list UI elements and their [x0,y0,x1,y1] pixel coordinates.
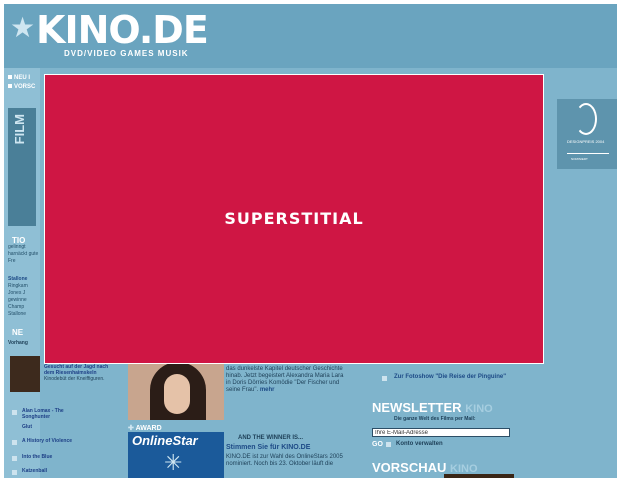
preview-heading: VORSCHAU KINO [372,460,478,475]
actress-article: das dunkelste Kapitel deutscher Geschich… [226,366,344,393]
star-icon: ★ [10,12,36,43]
list-item[interactable]: Gesucht auf der Jagd nach dem Riesenhaim… [44,364,114,382]
bullet-icon [12,456,17,461]
design-award-text: DESIGNPREIS 2004 [567,139,605,144]
bullet-icon [12,410,17,415]
list-item[interactable]: Glut [22,424,92,430]
site-tagline: DVD/VIDEO GAMES MUSIK [64,49,189,58]
superstitial-ad[interactable]: SUPERSTITIAL [44,74,544,364]
bullet-icon [382,376,387,381]
site-header: ★ KINO.DE DVD/VIDEO GAMES MUSIK [4,4,617,68]
list-item[interactable]: Into the Blue [22,454,92,460]
list-item[interactable]: Katzenball [22,468,92,474]
bullet-icon [12,440,17,445]
list-item[interactable]: A History of Violence [22,438,92,444]
new-heading: NE [12,328,24,337]
award-heading: ✚ AWARD [128,425,162,432]
email-field[interactable] [372,428,510,437]
more-link[interactable]: mehr [260,387,275,393]
design-award-sub: NOMINIERT [571,157,588,161]
newsletter-tagline: Die ganze Welt des Films per Mail: [394,416,476,422]
award-text: KINO.DE ist zur Wahl des OnlineStars 200… [226,454,343,467]
manage-account-link[interactable]: Konto verwalten [396,441,443,447]
winner-heading: AND THE WINNER IS... [238,435,304,441]
site-logo[interactable]: KINO.DE [36,8,209,52]
left-nav-item-new[interactable]: NEU I [8,74,35,83]
left-nav-item-preview[interactable]: VORSC [8,83,35,92]
vote-link[interactable]: Stimmen Sie für KINO.DE [226,444,310,451]
actress-photo[interactable] [128,362,224,420]
award-logo-icon [575,103,597,135]
left-nav: NEU I VORSC [8,74,35,92]
vorhang-label: Vorhang [8,340,28,346]
tip-text: gelinngt harnäckt gute Fre [8,244,39,264]
go-button[interactable]: GO [372,441,383,448]
movie-poster[interactable] [10,356,40,392]
superstitial-label: SUPERSTITIAL [224,209,364,228]
onlinestar-banner[interactable]: OnlineStar ✳ [128,432,224,478]
preview-image[interactable] [444,474,514,478]
newsletter-heading: NEWSLETTER KINO [372,400,493,415]
star-icon: ✳ [164,450,183,475]
film-banner[interactable]: FILM [8,108,36,226]
bullet-icon [386,442,391,447]
bullet-icon [12,470,17,475]
designpreis-badge[interactable]: DESIGNPREIS 2004 NOMINIERT [557,99,617,169]
tip-text-2: Stallone Ringkam Jones J gewinne Champ S… [8,276,28,317]
fotoshow-link[interactable]: Zur Fotoshow "Die Reise der Pinguine" [394,374,524,381]
list-item[interactable]: Alan Lomax - The Songhunter [22,408,92,420]
kino-de-page: ★ KINO.DE DVD/VIDEO GAMES MUSIK NEU I VO… [4,4,617,478]
